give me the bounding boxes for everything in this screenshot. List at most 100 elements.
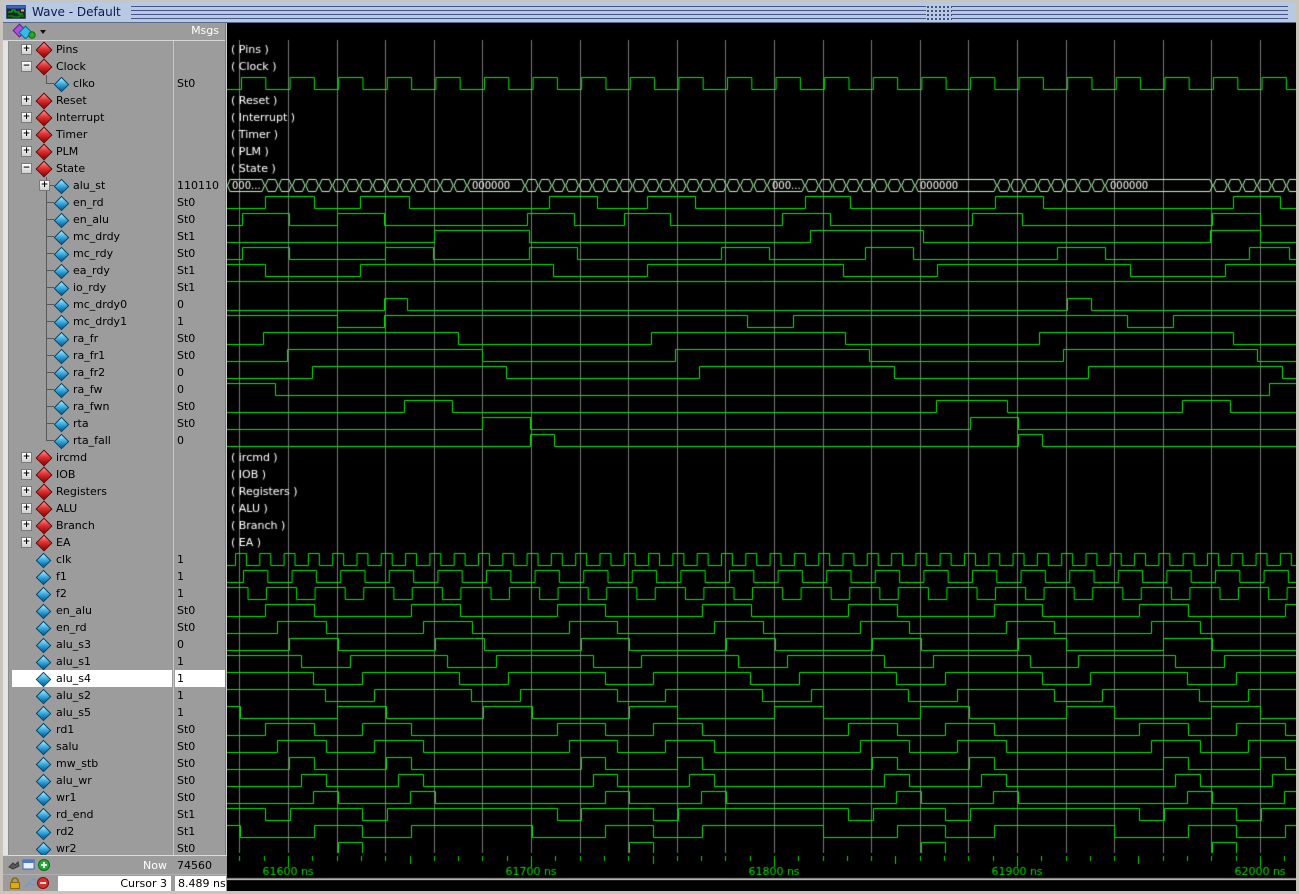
signal-diamond-icon bbox=[35, 552, 52, 569]
tree-group-row[interactable]: + ALU bbox=[3, 500, 227, 518]
tree-signal-row[interactable]: io_rdy St1 bbox=[3, 279, 227, 297]
tree-group-row[interactable]: + Timer bbox=[3, 126, 227, 144]
signal-tool-icon[interactable] bbox=[11, 23, 51, 39]
tree-signal-row[interactable]: alu_s2 1 bbox=[3, 687, 227, 705]
tree-signal-row[interactable]: f1 1 bbox=[3, 568, 227, 586]
signal-diamond-icon bbox=[53, 229, 70, 246]
tree-group-row[interactable]: + Pins bbox=[3, 41, 227, 59]
tree-signal-row[interactable]: rd1 St0 bbox=[3, 721, 227, 739]
signal-value: St0 bbox=[177, 842, 196, 855]
tree-signal-row[interactable]: alu_s4 1 bbox=[3, 670, 227, 688]
signal-value: St0 bbox=[177, 740, 196, 753]
tree-signal-row[interactable]: en_alu St0 bbox=[3, 602, 227, 620]
tree-signal-row[interactable]: alu_s3 0 bbox=[3, 636, 227, 654]
tree-group-row[interactable]: + Branch bbox=[3, 517, 227, 535]
tree-signal-row[interactable]: ra_fr2 0 bbox=[3, 364, 227, 382]
tree-signal-row[interactable]: alu_s1 1 bbox=[3, 653, 227, 671]
tree-signal-row[interactable]: en_alu St0 bbox=[3, 211, 227, 229]
signal-tree[interactable]: + Pins − Clock clko St0 + Reset + Interrupt + Timer… bbox=[3, 40, 227, 855]
tree-signal-row[interactable]: mc_drdy1 1 bbox=[3, 313, 227, 331]
signal-name: ra_fr2 bbox=[73, 366, 106, 379]
expand-icon[interactable]: + bbox=[21, 520, 32, 531]
titlebar[interactable]: Wave - Default bbox=[3, 2, 1296, 23]
tree-signal-row[interactable]: mc_drdy0 0 bbox=[3, 296, 227, 314]
tree-signal-row[interactable]: ra_fr1 St0 bbox=[3, 347, 227, 365]
tree-signal-row[interactable]: wr1 St0 bbox=[3, 789, 227, 807]
cursor-value-cell[interactable]: 8.489 ns bbox=[175, 876, 226, 891]
expand-icon[interactable]: + bbox=[21, 452, 32, 463]
cursor-add-icon[interactable] bbox=[37, 858, 51, 872]
titlebar-grip-dots[interactable] bbox=[925, 4, 952, 20]
tree-group-row[interactable]: + EA bbox=[3, 534, 227, 552]
tree-group-row[interactable]: + ircmd bbox=[3, 449, 227, 467]
window-pane-icon[interactable] bbox=[22, 858, 36, 872]
tree-group-row[interactable]: + IOB bbox=[3, 466, 227, 484]
signal-value: 1 bbox=[177, 655, 184, 668]
expand-icon[interactable]: + bbox=[21, 469, 32, 480]
signal-name: mc_rdy bbox=[73, 247, 114, 260]
cursor-edit-icon[interactable] bbox=[22, 876, 36, 890]
tree-signal-row[interactable]: mw_stb St0 bbox=[3, 755, 227, 773]
signal-value: 1 bbox=[177, 689, 184, 702]
tree-signal-row[interactable]: rta_fall 0 bbox=[3, 432, 227, 450]
group-diamond-icon bbox=[35, 109, 53, 127]
cursor-delete-icon[interactable] bbox=[36, 876, 50, 890]
tree-signal-row[interactable]: salu St0 bbox=[3, 738, 227, 756]
signal-name: Interrupt bbox=[56, 111, 105, 124]
tree-signal-row[interactable]: mc_rdy St0 bbox=[3, 245, 227, 263]
expand-icon[interactable]: + bbox=[21, 503, 32, 514]
tree-signal-row[interactable]: alu_wr St0 bbox=[3, 772, 227, 790]
signal-diamond-icon bbox=[35, 603, 52, 620]
signal-name: mc_drdy bbox=[73, 230, 121, 243]
now-status-row: Now 74560 ns bbox=[3, 855, 227, 885]
cursor-value: 8.489 ns bbox=[178, 877, 226, 890]
signal-diamond-icon bbox=[53, 382, 70, 399]
tree-signal-row[interactable]: en_rd St0 bbox=[3, 619, 227, 637]
tree-signal-row[interactable]: rd_end St1 bbox=[3, 806, 227, 824]
waveform-canvas[interactable] bbox=[227, 22, 1296, 891]
expand-icon[interactable]: + bbox=[21, 486, 32, 497]
signal-name: ea_rdy bbox=[73, 264, 110, 277]
tree-signal-row[interactable]: ra_fw 0 bbox=[3, 381, 227, 399]
tree-group-row[interactable]: + Registers bbox=[3, 483, 227, 501]
tree-signal-row[interactable]: wr2 St0 bbox=[3, 840, 227, 855]
expand-icon[interactable]: + bbox=[21, 129, 32, 140]
cursor-lock-icon[interactable] bbox=[8, 876, 22, 890]
titlebar-drag-stripes[interactable] bbox=[130, 4, 1288, 20]
signal-value: 1 bbox=[177, 706, 184, 719]
tree-signal-row[interactable]: clk 1 bbox=[3, 551, 227, 569]
tree-signal-row[interactable]: ea_rdy St1 bbox=[3, 262, 227, 280]
signal-value: 1 bbox=[177, 553, 184, 566]
signal-diamond-icon bbox=[53, 297, 70, 314]
signal-value: 0 bbox=[177, 383, 184, 396]
tree-signal-row[interactable]: ra_fr St0 bbox=[3, 330, 227, 348]
signal-value: 0 bbox=[177, 298, 184, 311]
tree-group-row[interactable]: + Reset bbox=[3, 92, 227, 110]
expand-icon[interactable]: + bbox=[21, 146, 32, 157]
tree-signal-row[interactable]: f2 1 bbox=[3, 585, 227, 603]
expand-icon[interactable]: + bbox=[21, 112, 32, 123]
cursor-name-cell[interactable]: Cursor 3 bbox=[58, 876, 171, 891]
tree-group-row[interactable]: − State bbox=[3, 160, 227, 178]
select-mode-icon[interactable] bbox=[7, 858, 21, 872]
tree-signal-row[interactable]: alu_s5 1 bbox=[3, 704, 227, 722]
collapse-icon[interactable]: − bbox=[21, 163, 32, 174]
tree-group-row[interactable]: + Interrupt bbox=[3, 109, 227, 127]
tree-signal-row[interactable]: ra_fwn St0 bbox=[3, 398, 227, 416]
expand-icon[interactable]: + bbox=[39, 180, 50, 191]
tree-group-row[interactable]: + PLM bbox=[3, 143, 227, 161]
expand-icon[interactable]: + bbox=[21, 95, 32, 106]
tree-signal-row[interactable]: rta St0 bbox=[3, 415, 227, 433]
window-frame-top bbox=[0, 0, 1299, 2]
collapse-icon[interactable]: − bbox=[21, 61, 32, 72]
tree-signal-row[interactable]: clko St0 bbox=[3, 75, 227, 93]
expand-icon[interactable]: + bbox=[21, 537, 32, 548]
signal-value: 0 bbox=[177, 366, 184, 379]
tree-signal-row[interactable]: en_rd St0 bbox=[3, 194, 227, 212]
tree-signal-row[interactable]: + alu_st 110110 bbox=[3, 177, 227, 195]
signal-diamond-icon bbox=[35, 790, 52, 807]
tree-signal-row[interactable]: rd2 St1 bbox=[3, 823, 227, 841]
tree-group-row[interactable]: − Clock bbox=[3, 58, 227, 76]
tree-signal-row[interactable]: mc_drdy St1 bbox=[3, 228, 227, 246]
expand-icon[interactable]: + bbox=[21, 44, 32, 55]
